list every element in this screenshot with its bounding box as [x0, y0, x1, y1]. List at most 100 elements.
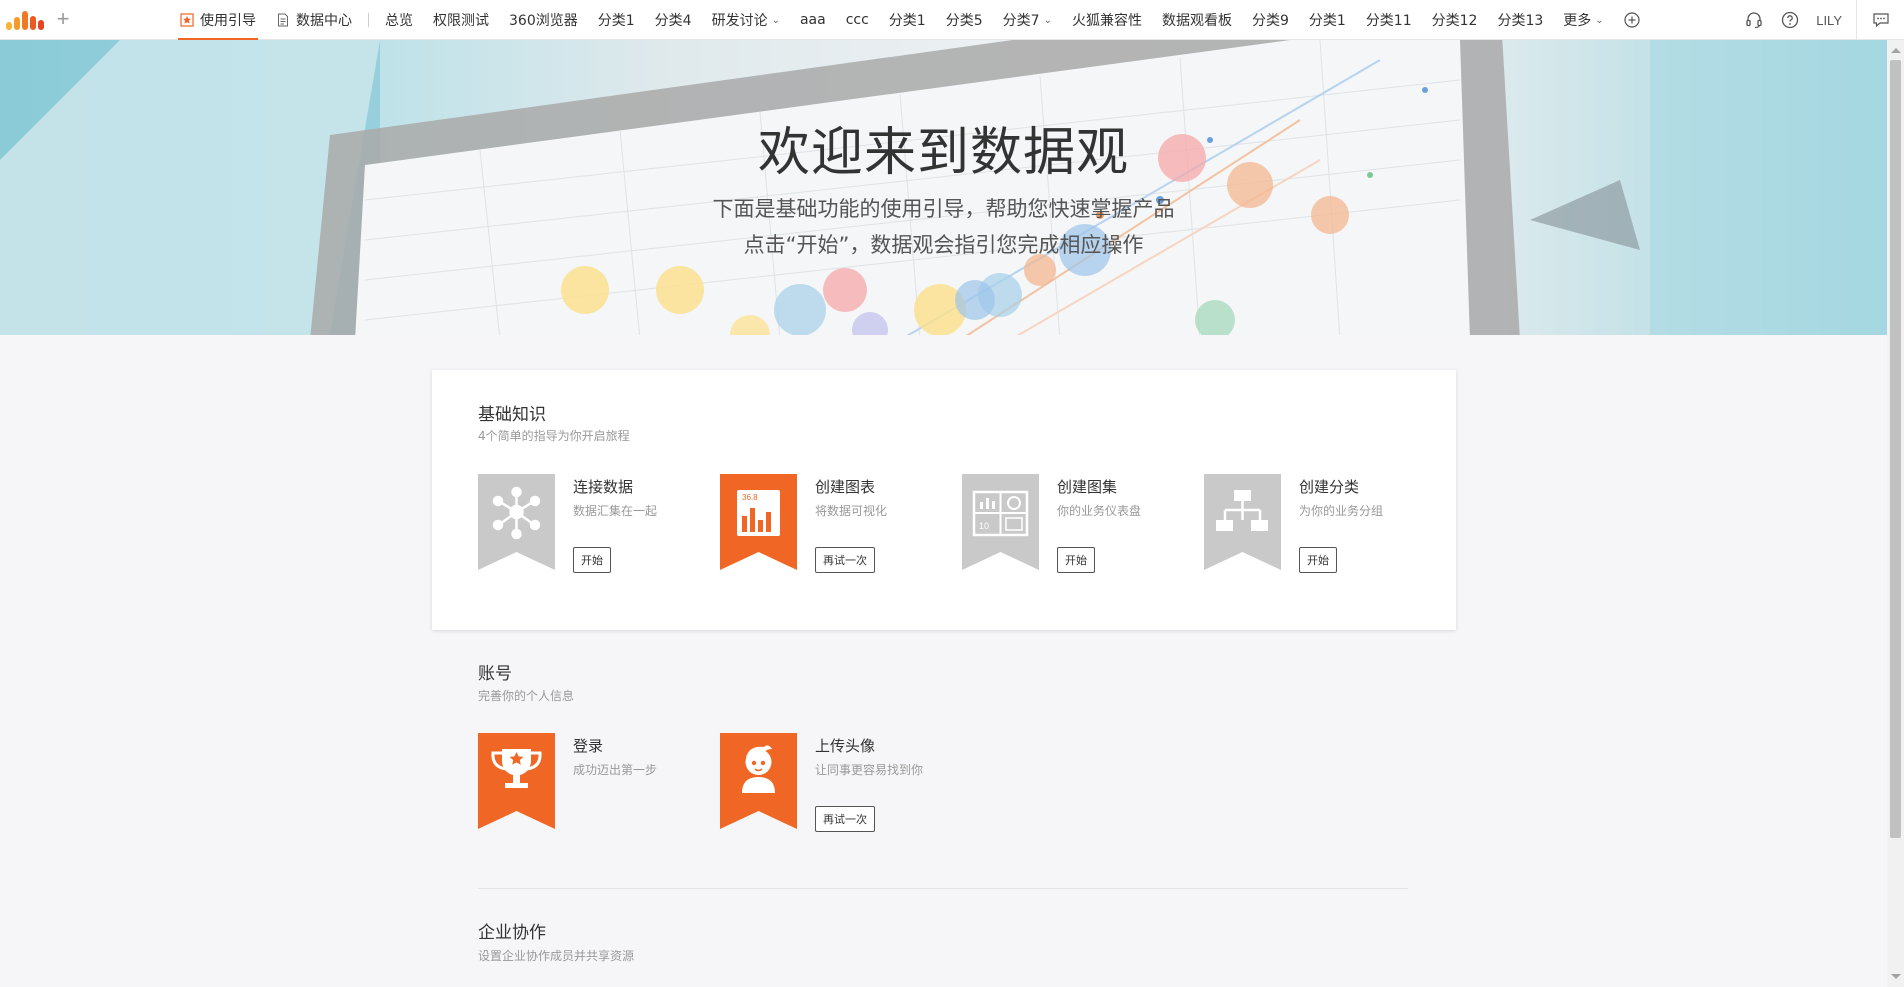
feature-title: 登录: [573, 737, 604, 755]
messages-button[interactable]: [1856, 0, 1904, 40]
tab-divider: [368, 13, 369, 27]
basics-section: 基础知识 4个简单的指导为你开启旅程 连接数据 数据汇集在一起 开始 36.8 …: [432, 370, 1456, 630]
tab-label: 使用引导: [200, 13, 256, 29]
start-button[interactable]: 开始: [573, 547, 611, 573]
trophy-icon: [478, 733, 555, 829]
feature-create-category: 创建分类 为你的业务分组 开始: [1204, 474, 1424, 584]
plus-circle-icon: [1624, 12, 1640, 28]
tab-label: 分类9: [1251, 13, 1289, 29]
banner-background-illustration: [0, 40, 1887, 335]
feature-description: 成功迈出第一步: [573, 763, 658, 777]
feature-upload-avatar: 上传头像 让同事更容易找到你 再试一次: [720, 733, 940, 843]
nav-tabs: 使用引导 数据中心 总览 权限测试 360浏览器 分类1 分类4 研发讨论 ⌄ a…: [170, 0, 1650, 40]
section-title: 基础知识: [478, 405, 546, 425]
network-nodes-icon: [478, 474, 555, 570]
feature-create-chart: 36.8 创建图表 将数据可视化 再试一次: [720, 474, 940, 584]
feature-create-dashboard: 10 创建图集 你的业务仪表盘 开始: [962, 474, 1182, 584]
start-button[interactable]: 开始: [1057, 547, 1095, 573]
page-scrollbar[interactable]: [1887, 40, 1904, 987]
headset-support-icon[interactable]: [1745, 11, 1763, 29]
guide-star-icon: [180, 13, 194, 27]
tab-label: 权限测试: [433, 13, 489, 29]
tab-guide[interactable]: 使用引导: [170, 0, 266, 40]
section-title: 账号: [478, 664, 512, 684]
feature-title: 创建图表: [815, 478, 876, 496]
avatar-icon: [720, 733, 797, 829]
add-app-button[interactable]: +: [54, 6, 72, 32]
document-icon: [278, 13, 288, 27]
feature-title: 连接数据: [573, 478, 634, 496]
header-tools: LILY: [1736, 0, 1904, 40]
tab-label: 分类12: [1431, 13, 1478, 29]
scroll-down-arrow-icon[interactable]: [1891, 974, 1901, 979]
scroll-up-arrow-icon[interactable]: [1891, 48, 1901, 53]
tab-category-11[interactable]: 分类11: [1356, 0, 1422, 40]
chevron-down-icon: ⌄: [771, 14, 780, 26]
tab-label: 火狐兼容性: [1071, 13, 1142, 29]
tab-label: 数据观看板: [1161, 13, 1232, 29]
dashboard-icon-value: 10: [979, 521, 989, 531]
tab-data-center[interactable]: 数据中心: [266, 0, 362, 40]
section-description: 设置企业协作成员并共享资源: [478, 949, 635, 963]
top-nav-bar: + 使用引导 数据中心 总览 权限测试 360浏览器 分类1 分类4 研发讨论 ⌄…: [0, 0, 1904, 40]
tab-ccc[interactable]: ccc: [836, 0, 879, 40]
feature-connect-data: 连接数据 数据汇集在一起 开始: [478, 474, 698, 584]
tab-label: 分类1: [597, 13, 635, 29]
scroll-thumb[interactable]: [1890, 60, 1901, 838]
tab-label: 分类1: [1308, 13, 1346, 29]
tab-overview[interactable]: 总览: [375, 0, 423, 40]
tab-label: 更多: [1563, 13, 1592, 29]
tab-category-5[interactable]: 分类5: [936, 0, 993, 40]
feature-title: 创建分类: [1299, 478, 1360, 496]
section-title: 企业协作: [478, 923, 546, 943]
hierarchy-icon: [1204, 474, 1281, 570]
tab-category-7[interactable]: 分类7 ⌄: [993, 0, 1062, 40]
retry-button[interactable]: 再试一次: [815, 806, 875, 832]
section-divider: [478, 888, 1408, 889]
tab-label: 数据中心: [296, 13, 352, 29]
tab-label: 分类4: [654, 13, 692, 29]
app-logo-icon[interactable]: [6, 8, 48, 30]
tab-category-9[interactable]: 分类9: [1242, 0, 1299, 40]
tab-more[interactable]: 更多 ⌄: [1553, 0, 1613, 40]
feature-title: 创建图集: [1057, 478, 1118, 496]
feature-login: 登录 成功迈出第一步: [478, 733, 698, 843]
help-icon[interactable]: [1781, 11, 1799, 29]
welcome-subtitle-line2: 点击“开始”，数据观会指引您完成相应操作: [743, 233, 1144, 257]
welcome-title: 欢迎来到数据观: [757, 123, 1129, 183]
chevron-down-icon: ⌄: [1595, 14, 1604, 26]
feature-description: 为你的业务分组: [1299, 504, 1384, 518]
tab-label: 分类7: [1002, 13, 1040, 29]
tab-label: aaa: [799, 12, 826, 28]
tab-permission-test[interactable]: 权限测试: [423, 0, 499, 40]
tab-rd-discussion[interactable]: 研发讨论 ⌄: [702, 0, 790, 40]
tab-label: 分类5: [945, 13, 983, 29]
user-name[interactable]: LILY: [1816, 13, 1842, 28]
chat-bubble-icon: [1872, 13, 1889, 28]
retry-button[interactable]: 再试一次: [815, 547, 875, 573]
tab-dashboard[interactable]: 数据观看板: [1152, 0, 1242, 40]
tab-category-1[interactable]: 分类1: [588, 0, 645, 40]
dashboard-icon: 10: [962, 474, 1039, 570]
tab-label: 分类11: [1365, 13, 1412, 29]
tab-category-4[interactable]: 分类4: [645, 0, 702, 40]
add-tab-button[interactable]: [1614, 0, 1650, 40]
feature-description: 将数据可视化: [815, 504, 888, 518]
tab-360-browser[interactable]: 360浏览器: [499, 0, 588, 40]
tab-aaa[interactable]: aaa: [790, 0, 836, 40]
welcome-subtitle-line1: 下面是基础功能的使用引导，帮助您快速掌握产品: [712, 197, 1175, 221]
welcome-banner: 欢迎来到数据观 下面是基础功能的使用引导，帮助您快速掌握产品 点击“开始”，数据…: [0, 40, 1887, 335]
tab-category-12[interactable]: 分类12: [1422, 0, 1488, 40]
tab-category-1c[interactable]: 分类1: [1299, 0, 1356, 40]
feature-description: 你的业务仪表盘: [1057, 504, 1142, 518]
tab-category-13[interactable]: 分类13: [1487, 0, 1553, 40]
tab-label: 研发讨论: [711, 13, 768, 29]
start-button[interactable]: 开始: [1299, 547, 1337, 573]
bar-chart-icon: 36.8: [720, 474, 797, 570]
tab-label: 总览: [385, 13, 413, 29]
feature-title: 上传头像: [815, 737, 876, 755]
feature-description: 让同事更容易找到你: [815, 763, 924, 777]
tab-category-1b[interactable]: 分类1: [879, 0, 936, 40]
feature-description: 数据汇集在一起: [573, 504, 658, 518]
tab-firefox-compat[interactable]: 火狐兼容性: [1062, 0, 1152, 40]
